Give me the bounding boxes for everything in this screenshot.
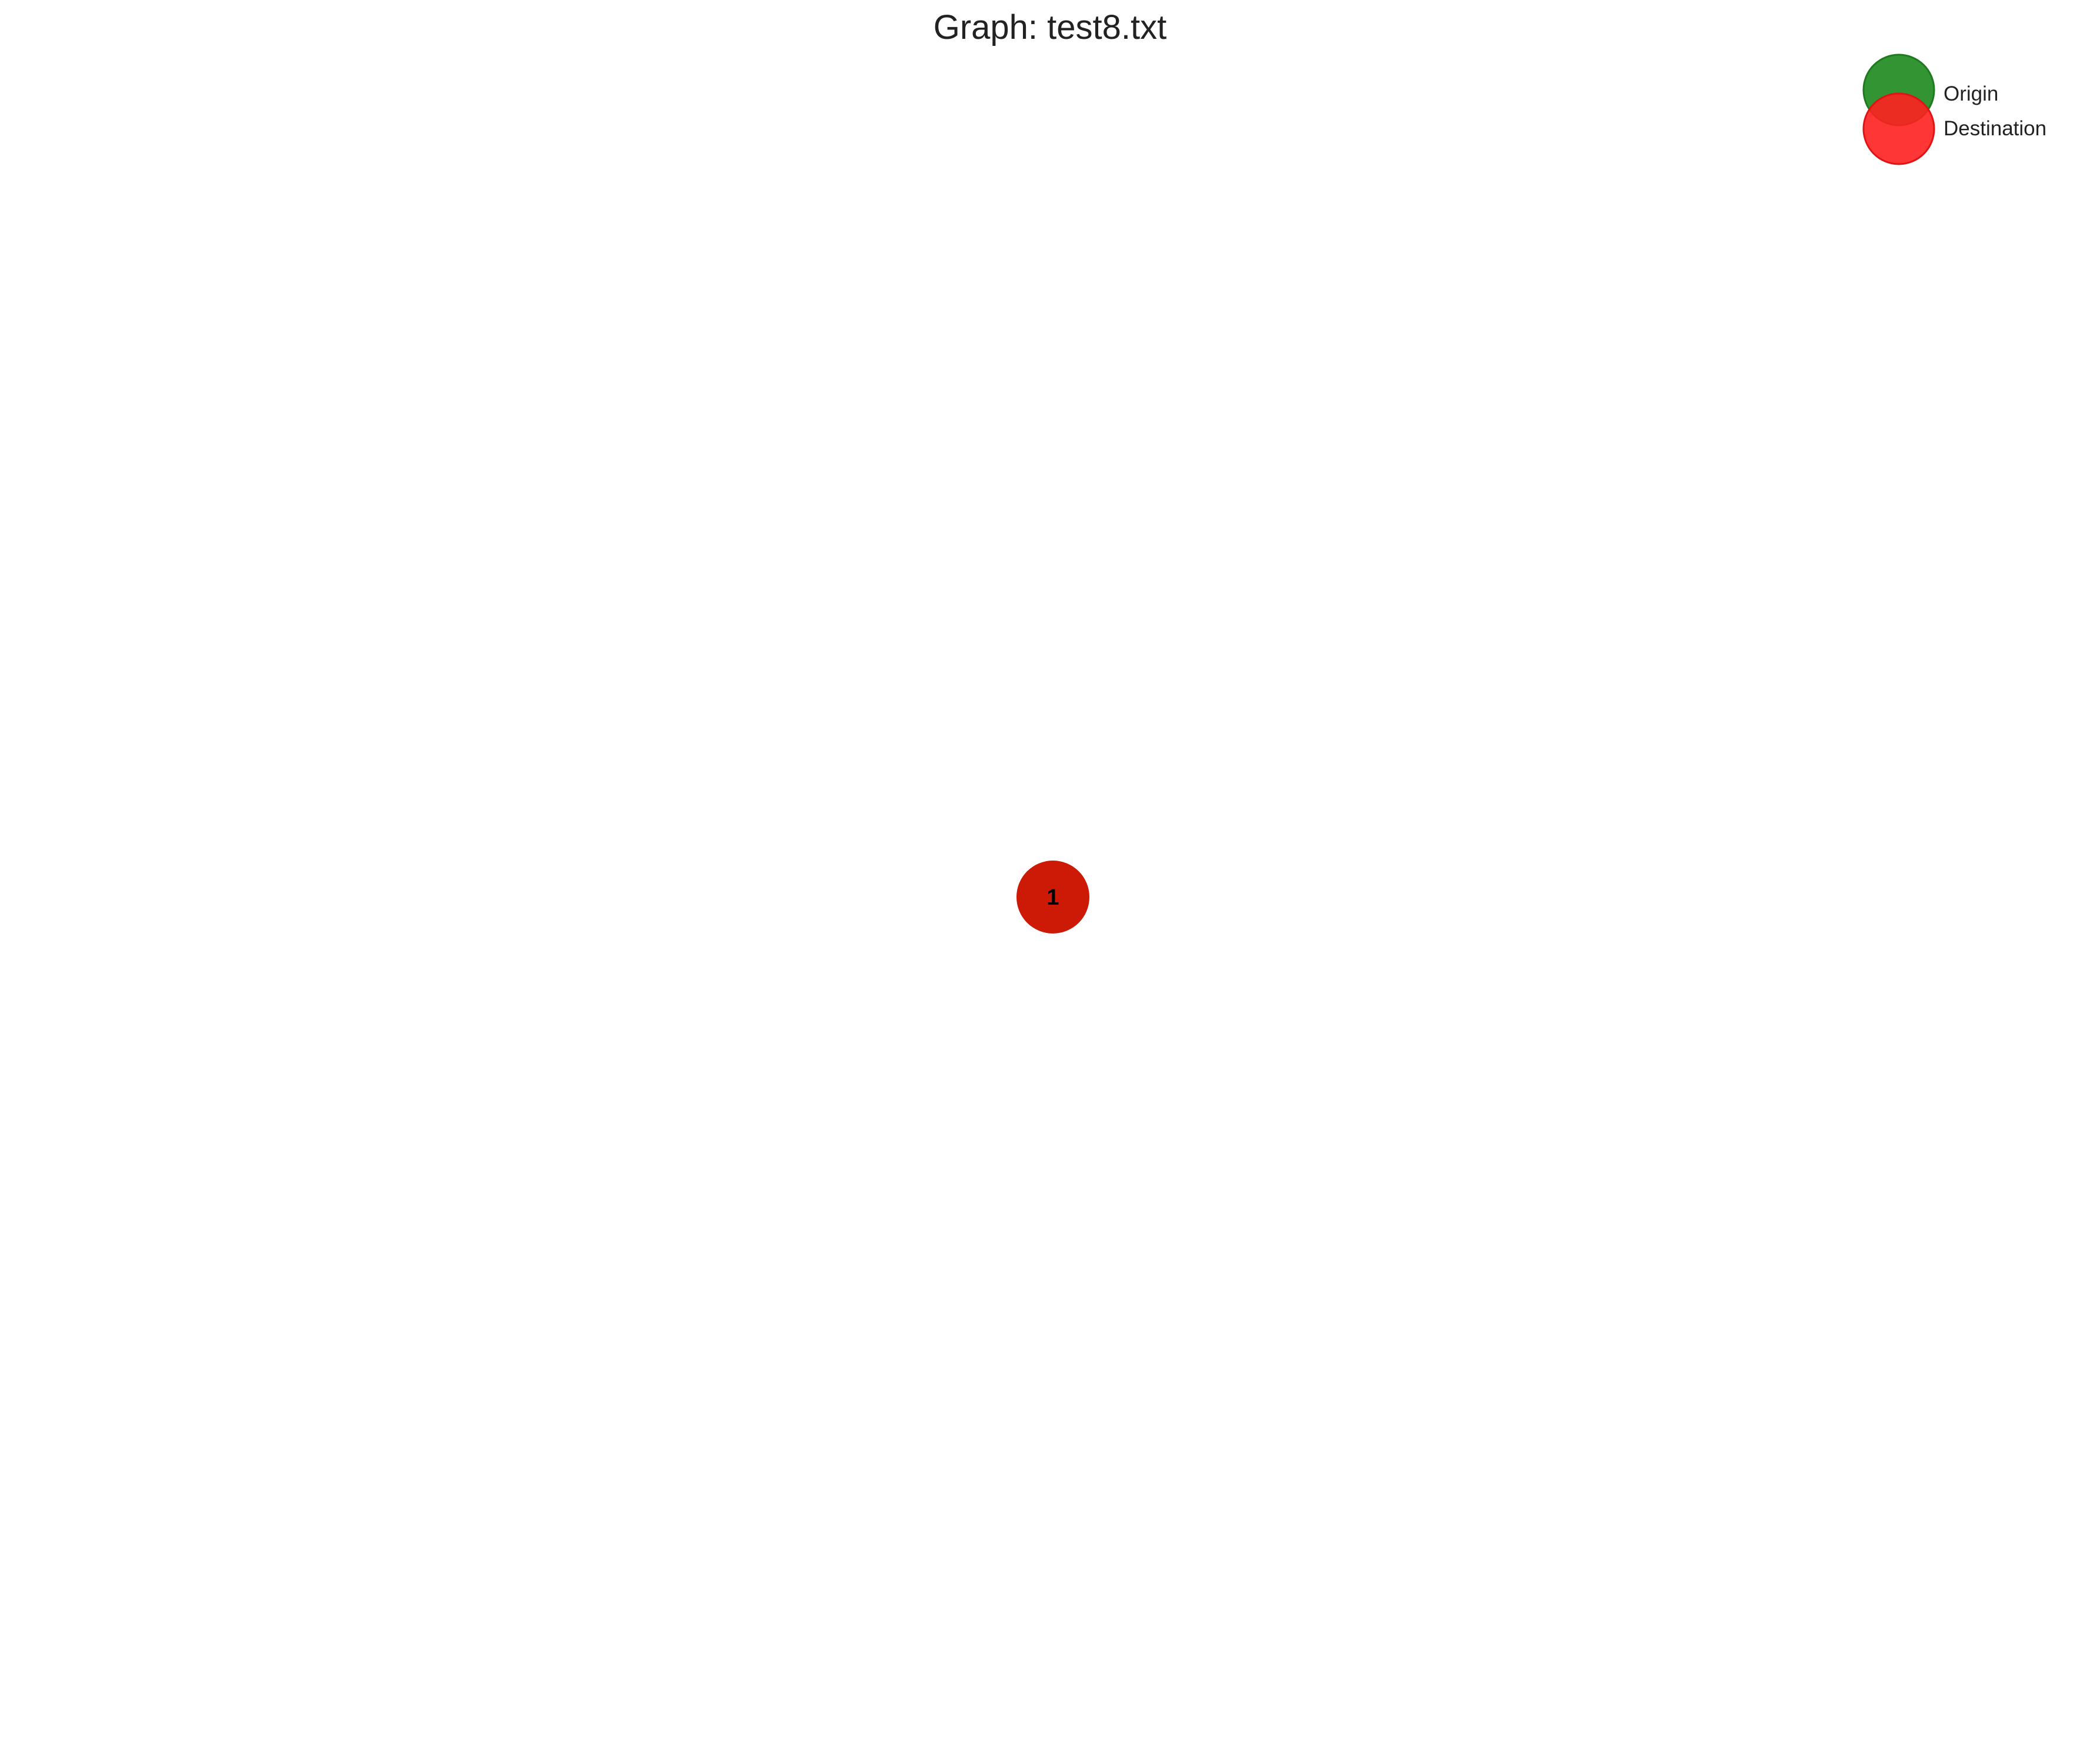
legend-label-destination: Destination bbox=[1944, 117, 2046, 140]
graph-node: 1 bbox=[1016, 861, 1089, 933]
graph-canvas: 1 Origin Destination bbox=[1016, 54, 2046, 933]
destination-marker-icon bbox=[1862, 92, 1935, 165]
graph-figure: Graph: test8.txt 1 Origin Destination bbox=[0, 0, 2100, 1747]
legend: Origin Destination bbox=[1862, 54, 2046, 165]
legend-label-origin: Origin bbox=[1944, 82, 1998, 105]
node-label: 1 bbox=[1046, 885, 1059, 910]
